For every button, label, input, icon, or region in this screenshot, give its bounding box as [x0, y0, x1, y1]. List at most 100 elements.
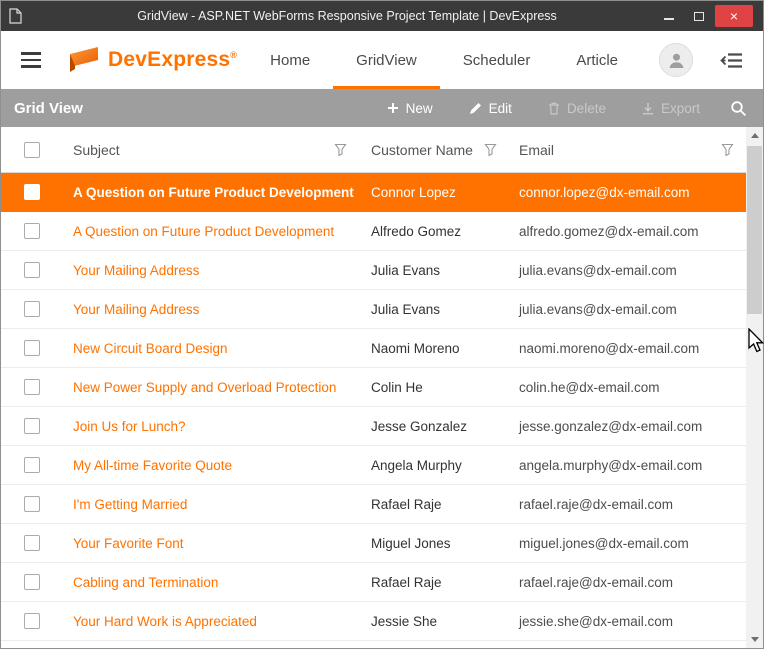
cell-email: naomi.moreno@dx-email.com [509, 341, 746, 356]
row-checkbox-cell [1, 407, 63, 445]
row-checkbox[interactable] [24, 223, 40, 239]
row-checkbox-cell [1, 485, 63, 523]
scroll-up-button[interactable] [746, 127, 763, 144]
cell-subject: New Circuit Board Design [63, 341, 359, 356]
cell-customer-name: Alfredo Gomez [359, 224, 509, 239]
row-checkbox[interactable] [24, 613, 40, 629]
document-icon [9, 8, 22, 24]
row-checkbox[interactable] [24, 301, 40, 317]
row-checkbox[interactable] [24, 496, 40, 512]
cell-email: jesse.gonzalez@dx-email.com [509, 419, 746, 434]
row-checkbox[interactable] [24, 184, 40, 200]
new-button[interactable]: New [387, 101, 433, 116]
cell-customer-name: Connor Lopez [359, 185, 509, 200]
toolbar-buttons: New Edit Delete Export [387, 101, 700, 116]
select-all-checkbox[interactable] [24, 142, 40, 158]
table-row[interactable]: Cabling and Termination Rafael Raje rafa… [1, 563, 746, 602]
maximize-icon [694, 12, 704, 21]
delete-icon [548, 102, 560, 115]
table-row[interactable]: Join Us for Lunch? Jesse Gonzalez jesse.… [1, 407, 746, 446]
minimize-icon [664, 12, 674, 20]
filter-icon[interactable] [721, 143, 734, 156]
page-title: Grid View [14, 100, 83, 117]
collapse-panel-button[interactable] [719, 52, 743, 69]
row-checkbox[interactable] [24, 262, 40, 278]
table-row[interactable]: New Power Supply and Overload Protection… [1, 368, 746, 407]
user-avatar-button[interactable] [659, 43, 693, 77]
table-row[interactable]: Your Mailing Address Julia Evans julia.e… [1, 251, 746, 290]
cell-email: connor.lopez@dx-email.com [509, 185, 746, 200]
row-checkbox[interactable] [24, 457, 40, 473]
row-checkbox[interactable] [24, 379, 40, 395]
nav-item-gridview[interactable]: GridView [333, 31, 440, 89]
row-checkbox-cell [1, 212, 63, 250]
nav-item-home[interactable]: Home [247, 31, 333, 89]
cell-customer-name: Naomi Moreno [359, 341, 509, 356]
row-checkbox[interactable] [24, 535, 40, 551]
collapse-panel-icon [719, 52, 743, 69]
column-header-subject[interactable]: Subject [63, 127, 359, 172]
scroll-down-button[interactable] [746, 631, 763, 648]
column-header-email[interactable]: Email [509, 127, 746, 172]
search-button[interactable] [730, 100, 747, 117]
cell-subject: Your Hard Work is Appreciated [63, 614, 359, 629]
row-checkbox[interactable] [24, 340, 40, 356]
row-checkbox-cell [1, 329, 63, 367]
hamburger-menu-button[interactable] [19, 48, 43, 72]
table-row[interactable]: Your Mailing Address Julia Evans julia.e… [1, 290, 746, 329]
table-row[interactable]: My All-time Favorite Quote Angela Murphy… [1, 446, 746, 485]
vertical-scrollbar[interactable] [746, 127, 763, 648]
cell-email: julia.evans@dx-email.com [509, 263, 746, 278]
scrollbar-track[interactable] [746, 144, 763, 631]
scrollbar-thumb[interactable] [747, 146, 762, 314]
table-row[interactable]: New Circuit Board Design Naomi Moreno na… [1, 329, 746, 368]
delete-button[interactable]: Delete [548, 101, 606, 116]
cell-customer-name: Julia Evans [359, 302, 509, 317]
row-checkbox-cell [1, 173, 63, 211]
cell-customer-name: Julia Evans [359, 263, 509, 278]
column-header-customer-name[interactable]: Customer Name [359, 127, 509, 172]
grid-body: A Question on Future Product Development… [1, 173, 746, 641]
cell-customer-name: Jessie She [359, 614, 509, 629]
table-row[interactable]: Your Favorite Font Miguel Jones miguel.j… [1, 524, 746, 563]
devexpress-wordmark: DevExpress® [108, 48, 237, 72]
table-row[interactable]: Your Hard Work is Appreciated Jessie She… [1, 602, 746, 641]
minimize-button[interactable] [655, 5, 683, 27]
row-checkbox-cell [1, 251, 63, 289]
row-checkbox-cell [1, 602, 63, 640]
table-row[interactable]: A Question on Future Product Development… [1, 212, 746, 251]
grid-header-row: Subject Customer Name Email [1, 127, 746, 173]
cell-subject: A Question on Future Product Development [63, 185, 359, 200]
desktop: GridView - ASP.NET WebForms Responsive P… [0, 0, 775, 653]
nav-item-scheduler[interactable]: Scheduler [440, 31, 554, 89]
table-row[interactable]: I'm Getting Married Rafael Raje rafael.r… [1, 485, 746, 524]
navbar-left: DevExpress® [19, 31, 237, 89]
filter-icon[interactable] [484, 143, 497, 156]
cell-email: julia.evans@dx-email.com [509, 302, 746, 317]
cell-subject: Your Favorite Font [63, 536, 359, 551]
devexpress-logo[interactable]: DevExpress® [67, 45, 237, 75]
row-checkbox[interactable] [24, 574, 40, 590]
cell-customer-name: Rafael Raje [359, 575, 509, 590]
grid-toolbar: Grid View New Edit Delete Export [1, 89, 763, 127]
search-icon [730, 100, 747, 117]
cell-customer-name: Rafael Raje [359, 497, 509, 512]
filter-icon[interactable] [334, 143, 347, 156]
edit-button[interactable]: Edit [469, 101, 512, 116]
cell-subject: New Power Supply and Overload Protection [63, 380, 359, 395]
window-title: GridView - ASP.NET WebForms Responsive P… [61, 9, 633, 23]
table-row[interactable]: A Question on Future Product Development… [1, 173, 746, 212]
cell-email: alfredo.gomez@dx-email.com [509, 224, 746, 239]
cell-customer-name: Jesse Gonzalez [359, 419, 509, 434]
export-button[interactable]: Export [642, 101, 700, 116]
row-checkbox-cell [1, 524, 63, 562]
row-checkbox[interactable] [24, 418, 40, 434]
titlebar: GridView - ASP.NET WebForms Responsive P… [1, 1, 763, 31]
maximize-button[interactable] [685, 5, 713, 27]
nav-item-article[interactable]: Article [553, 31, 641, 89]
edit-icon [469, 102, 482, 115]
user-avatar-icon [667, 51, 686, 70]
close-button[interactable]: × [715, 5, 753, 27]
cell-customer-name: Angela Murphy [359, 458, 509, 473]
cell-email: rafael.raje@dx-email.com [509, 575, 746, 590]
